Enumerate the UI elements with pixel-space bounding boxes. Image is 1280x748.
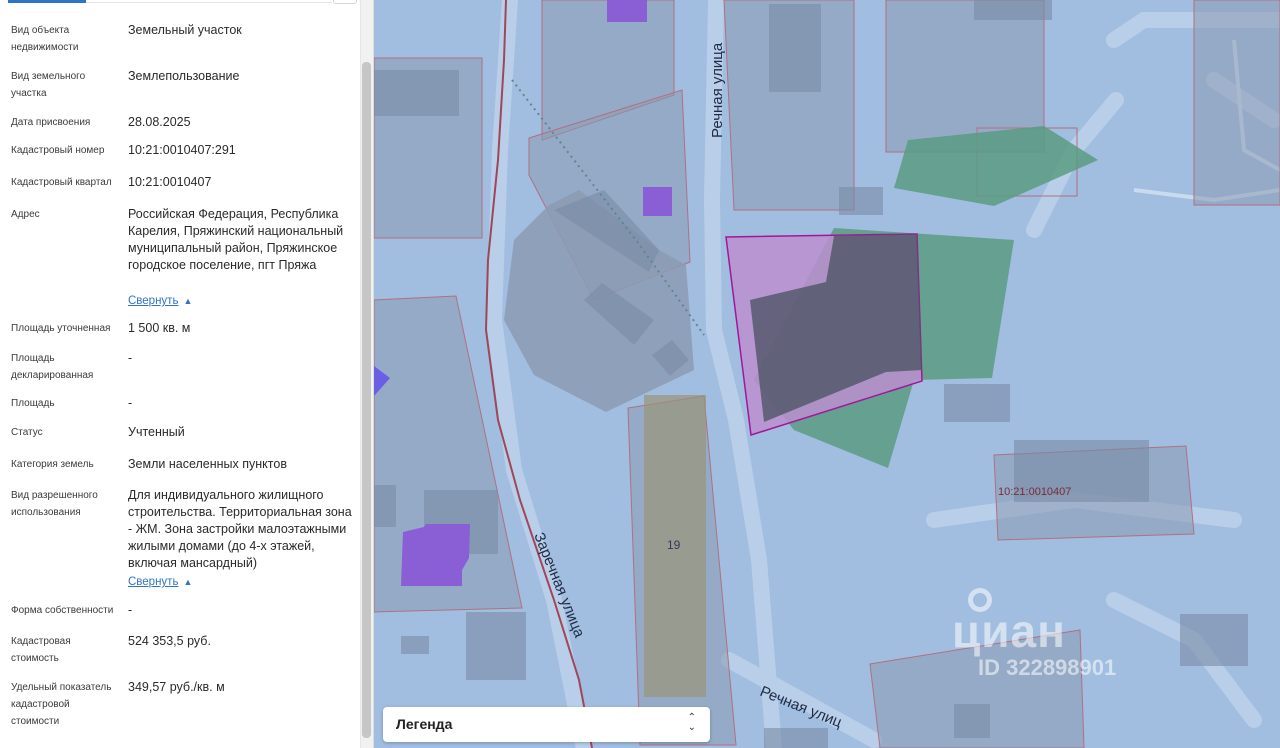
info-value: Землепользование bbox=[128, 69, 240, 83]
info-label: Вид объекта недвижимости bbox=[11, 25, 79, 53]
collapse-use-link[interactable]: Свернуть ▲ bbox=[128, 575, 192, 589]
location-pin-icon bbox=[968, 588, 992, 612]
collapse-address-link[interactable]: Свернуть ▲ bbox=[128, 294, 192, 308]
building bbox=[1180, 614, 1248, 666]
info-value: 524 353,5 руб. bbox=[128, 634, 211, 648]
info-label: Адрес bbox=[11, 209, 40, 220]
info-label: Статус bbox=[11, 427, 43, 438]
cadastral-number-value: 10:21:0010407:291 bbox=[128, 143, 236, 157]
info-value: 1 500 кв. м bbox=[128, 321, 191, 335]
info-value: - bbox=[128, 603, 133, 617]
active-tab-indicator[interactable] bbox=[8, 0, 86, 3]
building bbox=[839, 187, 883, 215]
watermark-id: ID 322898901 bbox=[978, 655, 1117, 680]
permitted-use-value: Для индивидуального жилищного строительс… bbox=[128, 488, 352, 570]
info-label: Площадь bbox=[11, 398, 55, 409]
building bbox=[374, 70, 459, 116]
violet-building bbox=[607, 0, 647, 22]
building bbox=[974, 0, 1052, 20]
info-label: Удельный показатель кадастровой стоимост… bbox=[11, 682, 112, 727]
cadastral-quarter-label: 10:21:0010407 bbox=[998, 486, 1071, 498]
info-label: Кадастровая стоимость bbox=[11, 636, 71, 664]
building bbox=[769, 4, 821, 92]
info-value: 349,57 руб./кв. м bbox=[128, 680, 225, 694]
panel-scrollbar-thumb[interactable] bbox=[362, 62, 371, 738]
violet-building bbox=[401, 524, 470, 586]
property-info-panel: Вид объекта недвижимости Земельный участ… bbox=[0, 0, 374, 748]
watermark-brand: циан bbox=[952, 605, 1066, 657]
legend-label: Легенда bbox=[396, 716, 453, 732]
legend-dropdown[interactable]: Легенда ⌃ ⌄ bbox=[383, 707, 710, 742]
building bbox=[954, 704, 990, 738]
info-label: Дата присвоения bbox=[11, 117, 91, 128]
info-label: Вид разрешенного использования bbox=[11, 490, 98, 518]
updown-chevron-icon: ⌃ ⌄ bbox=[687, 712, 696, 733]
address-value: Российская Федерация, Республика Карелия… bbox=[128, 207, 344, 272]
chevron-up-icon: ▲ bbox=[183, 577, 193, 587]
info-value: Земельный участок bbox=[128, 23, 242, 37]
street-label-rechnaya: Речная улица bbox=[709, 42, 726, 138]
parcel[interactable] bbox=[1193, 0, 1280, 206]
info-value: 28.08.2025 bbox=[128, 115, 191, 129]
tab-divider bbox=[86, 2, 332, 3]
info-label: Площадь декларированная bbox=[11, 353, 94, 381]
collapse-label: Свернуть bbox=[128, 295, 179, 307]
info-label: Вид земельного участка bbox=[11, 71, 86, 99]
building bbox=[401, 636, 429, 654]
collapse-label: Свернуть bbox=[128, 576, 179, 588]
violet-building bbox=[643, 187, 672, 216]
building bbox=[944, 384, 1010, 422]
info-label: Площадь уточненная bbox=[11, 323, 111, 334]
map-canvas[interactable]: Речная улица Заречная улица Речная улиц … bbox=[374, 0, 1280, 748]
building bbox=[466, 612, 526, 680]
info-value: 10:21:0010407 bbox=[128, 175, 212, 189]
panel-top-button[interactable] bbox=[333, 0, 357, 4]
info-value: - bbox=[128, 351, 133, 365]
cadastral-map[interactable]: Речная улица Заречная улица Речная улиц … bbox=[374, 0, 1280, 748]
info-label: Категория земель bbox=[11, 459, 94, 470]
chevron-up-icon: ▲ bbox=[183, 296, 193, 306]
parcel-number-label: 19 bbox=[667, 538, 681, 552]
building bbox=[374, 485, 396, 527]
info-label: Кадастровый номер bbox=[11, 145, 105, 156]
info-label: Кадастровый квартал bbox=[11, 177, 112, 188]
info-value: Земли населенных пунктов bbox=[128, 457, 287, 471]
building bbox=[764, 728, 828, 748]
info-value: - bbox=[128, 396, 133, 410]
info-value: Учтенный bbox=[128, 425, 185, 439]
info-label: Форма собственности bbox=[11, 605, 114, 616]
cian-watermark: циан ID 322898901 bbox=[946, 588, 1116, 680]
